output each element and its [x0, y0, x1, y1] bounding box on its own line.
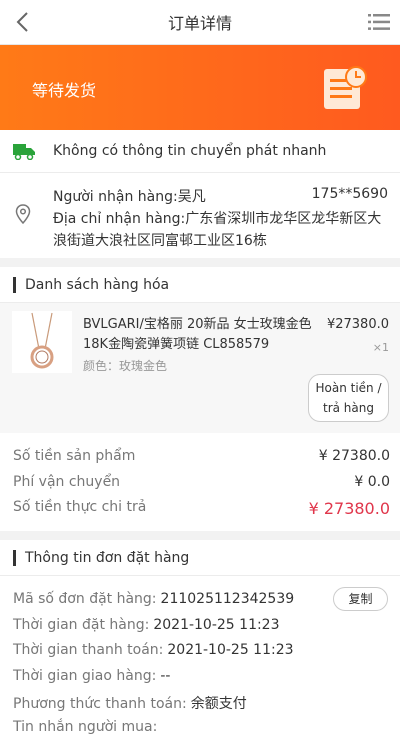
order-number-row: Mã số đơn đặt hàng: 211025112342539	[13, 591, 294, 607]
menu-button[interactable]	[368, 12, 390, 32]
order-section-title: Thông tin đơn đặt hàng	[13, 550, 189, 566]
summary-total-paid: Số tiền thực chi trả ¥ 27380.0	[13, 499, 390, 518]
payment-time-row: Thời gian thanh toán: 2021-10-25 11:23	[13, 642, 294, 658]
shipping-tracking-row[interactable]: Không có thông tin chuyển phát nhanh	[0, 130, 400, 173]
product-price: ¥27380.0	[326, 317, 389, 332]
order-number-label: Mã số đơn đặt hàng:	[13, 591, 157, 607]
delivery-time-value: --	[160, 668, 171, 684]
payment-method-row: Phương thức thanh toán: 余额支付	[13, 693, 247, 713]
summary-value: ¥ 0.0	[354, 474, 390, 490]
goods-section-title: Danh sách hàng hóa	[13, 277, 169, 293]
location-pin-icon	[15, 204, 31, 224]
receiver-value: 吴凡	[177, 189, 206, 205]
order-time-label: Thời gian đặt hàng:	[13, 617, 150, 633]
payment-time-value: 2021-10-25 11:23	[167, 642, 294, 658]
payment-method-value: 余额支付	[190, 696, 247, 712]
delivery-time-label: Thời gian giao hàng:	[13, 668, 157, 684]
product-quantity: ×1	[372, 341, 389, 354]
order-status-text: 等待发货	[32, 81, 97, 100]
no-shipping-info-text: Không có thông tin chuyển phát nhanh	[53, 143, 327, 159]
payment-time-label: Thời gian thanh toán:	[13, 642, 164, 658]
refund-line-2: trả hàng	[323, 401, 374, 415]
truck-icon	[13, 144, 35, 160]
product-name: BVLGARI/宝格丽 20新品 女士玫瑰金色18K金陶瓷弹簧项链 CL8585…	[83, 317, 312, 352]
product-attribute: 颜色：玫瑰金色	[83, 359, 168, 373]
goods-list-card: Danh sách hàng hóa BVLGARI/宝格丽 20新品 女士玫瑰…	[0, 267, 400, 531]
order-status-banner: 等待发货	[0, 45, 400, 130]
address-label: Địa chỉ nhận hàng:	[53, 211, 186, 227]
buyer-message-row: Tin nhắn người mua:	[13, 719, 161, 735]
receiver-address: Địa chỉ nhận hàng:广东省深圳市龙华区龙华新区大浪街道大浪社区同…	[53, 208, 391, 252]
payment-method-label: Phương thức thanh toán:	[13, 696, 187, 712]
receiver-phone: 175**5690	[311, 186, 388, 202]
divider	[0, 575, 400, 576]
product-item[interactable]: BVLGARI/宝格丽 20新品 女士玫瑰金色18K金陶瓷弹簧项链 CL8585…	[0, 303, 400, 433]
summary-label: Số tiền thực chi trả	[13, 499, 147, 515]
page-title: 订单详情	[167, 14, 232, 33]
top-nav-bar: 订单详情	[0, 0, 400, 45]
back-button[interactable]	[10, 10, 34, 34]
receiver-label: Người nhận hàng:	[53, 189, 178, 205]
copy-order-number-button[interactable]: 复制	[333, 587, 388, 611]
necklace-image	[30, 312, 54, 369]
order-info-card: Thông tin đơn đặt hàng Mã số đơn đặt hàn…	[0, 540, 400, 744]
summary-value: ¥ 27380.0	[318, 448, 390, 464]
order-clock-icon	[324, 66, 367, 109]
summary-label: Phí vận chuyển	[13, 474, 121, 490]
delivery-time-row: Thời gian giao hàng: --	[13, 668, 170, 684]
list-menu-icon	[368, 14, 390, 30]
summary-label: Số tiền sản phẩm	[13, 448, 136, 464]
summary-product-amount: Số tiền sản phẩm ¥ 27380.0	[13, 448, 390, 464]
chevron-left-icon	[16, 12, 28, 32]
summary-shipping-fee: Phí vận chuyển ¥ 0.0	[13, 474, 390, 490]
refund-line-1: Hoàn tiền /	[315, 381, 382, 395]
order-time-value: 2021-10-25 11:23	[153, 617, 280, 633]
delivery-info-card: Không có thông tin chuyển phát nhanh Ngư…	[0, 130, 400, 258]
order-number-value: 211025112342539	[160, 591, 295, 607]
refund-return-button[interactable]: Hoàn tiền / trả hàng	[308, 374, 389, 422]
total-paid-value: ¥ 27380.0	[308, 499, 390, 518]
receiver-name: Người nhận hàng:吴凡	[53, 186, 206, 206]
product-image[interactable]	[12, 311, 72, 373]
order-time-row: Thời gian đặt hàng: 2021-10-25 11:23	[13, 617, 280, 633]
buyer-message-label: Tin nhắn người mua:	[13, 719, 158, 735]
